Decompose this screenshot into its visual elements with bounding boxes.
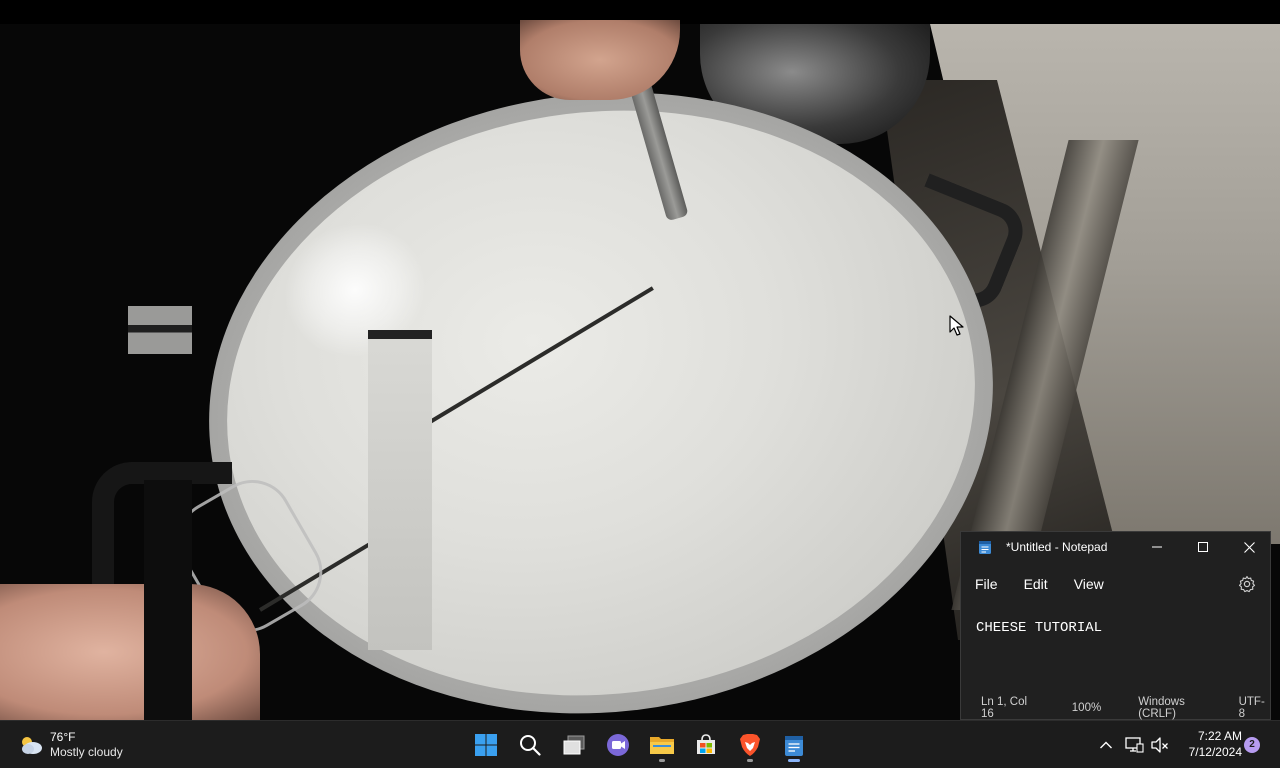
taskbar: 76°F Mostly cloudy 7:22 AM 7/12/2024 2 — [0, 720, 1280, 768]
video-chat-icon — [607, 734, 629, 756]
partly-cloudy-icon — [22, 737, 42, 754]
notepad-titlebar[interactable]: *Untitled - Notepad — [961, 532, 1270, 562]
store-button[interactable] — [686, 727, 726, 763]
video-artifact-gray — [128, 306, 192, 354]
windows-logo-icon — [475, 734, 497, 756]
weather-widget[interactable]: 76°F Mostly cloudy — [18, 727, 123, 763]
task-view-icon — [563, 735, 585, 755]
desktop-screen: *Untitled - Notepad File Edit View CHEES… — [0, 0, 1280, 768]
window-title: *Untitled - Notepad — [1006, 540, 1108, 554]
line-ending: Windows (CRLF) — [1138, 696, 1185, 720]
clock[interactable]: 7:22 AM 7/12/2024 — [1176, 728, 1242, 760]
maximize-button[interactable] — [1180, 532, 1226, 562]
notepad-menubar: File Edit View — [961, 568, 1270, 600]
notepad-window[interactable]: *Untitled - Notepad File Edit View CHEES… — [960, 531, 1271, 720]
menu-file[interactable]: File — [962, 568, 1011, 600]
running-indicator — [659, 759, 665, 762]
notepad-icon — [979, 541, 991, 554]
network-icon[interactable] — [1124, 735, 1144, 755]
brave-browser-button[interactable] — [730, 727, 770, 763]
minimize-button[interactable] — [1134, 532, 1180, 562]
weather-temperature: 76°F — [50, 730, 76, 744]
weather-condition: Mostly cloudy — [50, 745, 123, 759]
brave-lion-icon — [740, 734, 760, 756]
close-icon — [1243, 541, 1255, 553]
video-artifact-bar — [368, 330, 432, 339]
zoom-level: 100% — [1071, 702, 1102, 714]
mouse-cursor-icon — [949, 315, 964, 336]
menu-edit[interactable]: Edit — [1011, 568, 1061, 600]
gear-icon[interactable] — [1238, 575, 1256, 593]
document-text: CHEESE TUTORIAL — [976, 620, 1103, 636]
volume-muted-icon[interactable] — [1150, 735, 1170, 755]
active-indicator — [788, 759, 800, 762]
cursor-position: Ln 1, Col 16 — [981, 696, 1028, 720]
task-view-button[interactable] — [554, 727, 594, 763]
clock-time: 7:22 AM — [1197, 729, 1242, 743]
search-button[interactable] — [510, 727, 550, 763]
chevron-up-icon — [1100, 741, 1112, 749]
store-icon — [697, 734, 715, 754]
minimize-icon — [1152, 546, 1162, 548]
video-artifact-dark — [144, 480, 192, 720]
chat-button[interactable] — [598, 727, 638, 763]
maximize-icon — [1198, 542, 1208, 552]
file-explorer-button[interactable] — [642, 727, 682, 763]
close-button[interactable] — [1226, 532, 1272, 562]
video-artifact-strip — [368, 330, 432, 650]
notepad-taskbar-button[interactable] — [774, 727, 814, 763]
notification-badge[interactable]: 2 — [1244, 737, 1260, 753]
weather-text: 76°F Mostly cloudy — [50, 730, 123, 760]
notepad-statusbar: Ln 1, Col 16 100% Windows (CRLF) UTF-8 — [961, 696, 1270, 720]
search-icon — [520, 735, 541, 756]
clock-date: 7/12/2024 — [1188, 745, 1242, 759]
hand-left — [0, 584, 260, 720]
notepad-icon — [785, 736, 803, 756]
hand-top — [520, 20, 680, 100]
running-indicator — [747, 759, 753, 762]
encoding: UTF-8 — [1238, 696, 1265, 720]
show-hidden-icons-button[interactable] — [1097, 735, 1115, 755]
menu-view[interactable]: View — [1061, 568, 1117, 600]
start-button[interactable] — [466, 727, 506, 763]
notepad-text-area[interactable]: CHEESE TUTORIAL — [961, 610, 1270, 694]
folder-icon — [650, 737, 674, 754]
